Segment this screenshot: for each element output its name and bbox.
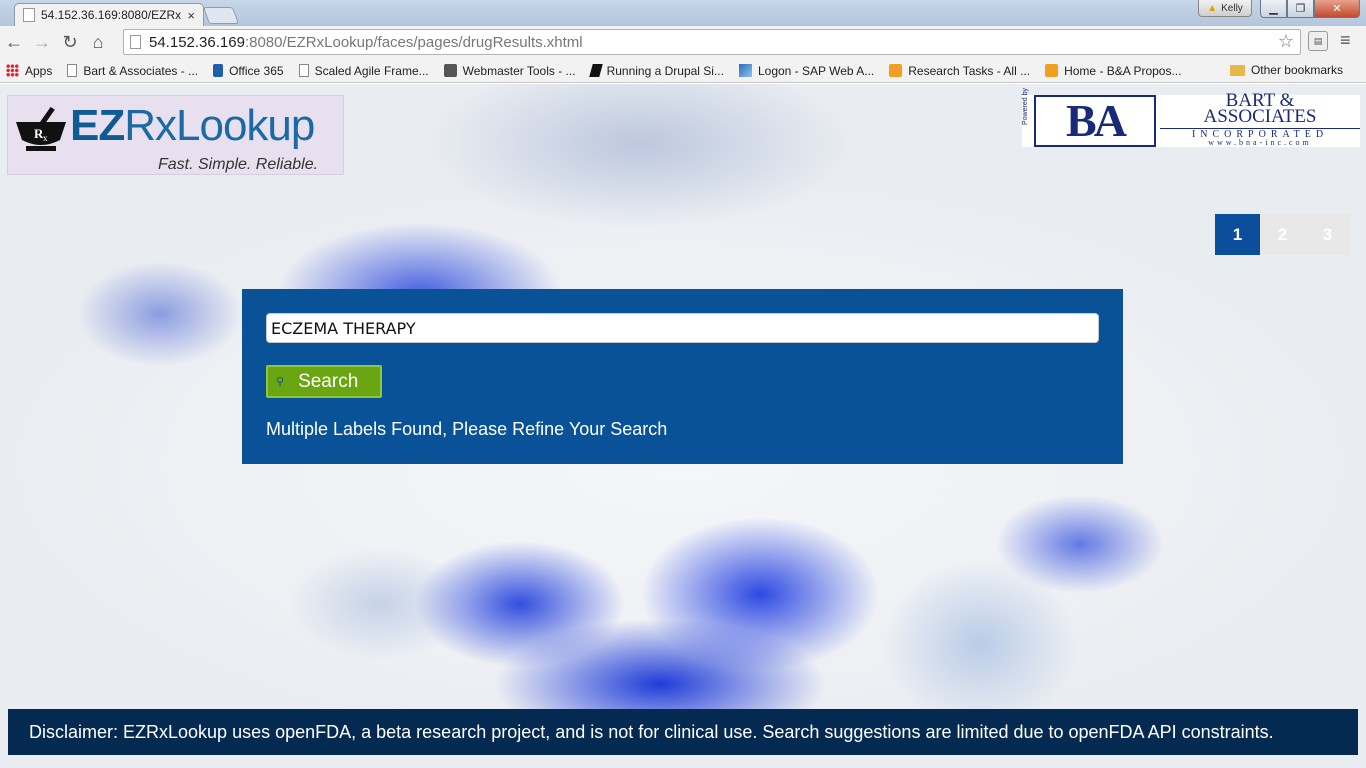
logo-wordmark: EZRxLookup [70,101,315,150]
drupal-icon [588,64,603,77]
tab-close-icon[interactable]: × [187,8,195,23]
search-input[interactable] [266,313,1099,343]
bookmark-label: Running a Drupal Si... [606,63,724,78]
page-favicon-icon [23,8,35,22]
bookmark-apps[interactable]: Apps [6,64,52,78]
bart-associates-logo[interactable]: Powered by BA BART & ASSOCIATES INCORPOR… [1022,88,1360,147]
page-2-button[interactable]: 2 [1260,214,1305,255]
search-status-message: Multiple Labels Found, Please Refine You… [266,419,668,439]
bookmarks-bar: Apps Bart & Associates - ... Office 365 … [0,59,1366,83]
bookmark-label: Bart & Associates - ... [83,63,199,78]
browser-tab[interactable]: 54.152.36.169:8080/EZRxL × [14,3,204,26]
menu-icon[interactable]: ≡ [1340,30,1351,51]
warning-icon: ▲ [1207,2,1218,14]
logo-rxlookup: RxLookup [124,101,315,150]
bookmark-bart-associates[interactable]: Bart & Associates - ... [67,64,198,78]
address-bar[interactable]: 54.152.36.169 :8080/EZRxLookup/faces/pag… [123,29,1301,55]
search-panel: ⚲ Search Multiple Labels Found, Please R… [242,289,1123,464]
user-badge[interactable]: ▲ Kelly [1198,0,1252,17]
window-close-button[interactable]: ✕ [1314,0,1360,18]
url-path: :8080/EZRxLookup/faces/pages/drugResults… [244,33,583,51]
webmaster-icon [443,64,457,77]
partner-web: www.bna-inc.com [1208,138,1312,147]
bookmark-webmaster-tools[interactable]: Webmaster Tools - ... [443,63,576,78]
bookmark-label: Office 365 [229,63,284,78]
reload-icon[interactable]: ↻ [56,29,84,57]
other-bookmarks[interactable]: Other bookmarks [1229,63,1343,77]
search-button[interactable]: ⚲ Search [266,365,382,398]
bookmark-label: Home - B&A Propos... [1064,63,1182,78]
minimize-button[interactable]: ▁ [1260,0,1287,18]
tab-title: 54.152.36.169:8080/EZRxL [41,8,182,22]
ezrxlookup-logo[interactable]: R x EZRxLookup Fast. Simple. Reliable. [7,95,344,175]
bookmark-office-365[interactable]: Office 365 [213,63,284,78]
tasks-icon [1045,64,1059,77]
partner-name-line2: ASSOCIATES [1203,106,1317,127]
office-icon [213,64,224,77]
powered-by-label: Powered by [1022,88,1029,125]
bookmark-star-icon[interactable]: ☆ [1278,31,1294,52]
browser-titlebar: 54.152.36.169:8080/EZRxL × ▲ Kelly ▁ ❐ ✕ [0,0,1366,26]
page-icon [67,64,78,77]
sap-icon [738,64,752,77]
apps-grid-icon [6,64,19,77]
mortar-pestle-icon: R x [16,106,66,151]
disclaimer-footer: Disclaimer: EZRxLookup uses openFDA, a b… [8,709,1358,755]
url-host: 54.152.36.169 [149,33,245,51]
svg-text:x: x [43,133,48,143]
restore-button[interactable]: ❐ [1287,0,1314,18]
window-controls: ▁ ❐ ✕ [1260,0,1360,18]
logo-tagline: Fast. Simple. Reliable. [158,156,319,173]
bookmark-home-ba[interactable]: Home - B&A Propos... [1045,64,1181,78]
home-icon[interactable]: ⌂ [84,29,112,57]
pagination: 1 2 3 [1215,214,1350,255]
back-arrow-icon[interactable]: ← [0,29,28,57]
new-tab-button[interactable] [202,7,240,24]
page-icon [130,35,141,49]
user-name: Kelly [1221,2,1243,14]
logo-ez: EZ [70,101,125,150]
search-button-label: Search [298,370,359,392]
forward-arrow-icon[interactable]: → [28,29,56,57]
bookmark-label: Apps [25,63,53,78]
ba-monogram: BA [1034,95,1156,147]
bookmark-scaled-agile[interactable]: Scaled Agile Frame... [298,63,429,78]
bookmark-label: Other bookmarks [1250,63,1343,77]
bookmark-drupal[interactable]: Running a Drupal Si... [588,63,724,78]
page-1-button[interactable]: 1 [1215,214,1260,255]
page-content: R x EZRxLookup Fast. Simple. Reliable. P… [0,84,1366,768]
extension-icon[interactable]: ▤ [1308,31,1328,51]
page-3-button[interactable]: 3 [1305,214,1350,255]
tasks-icon [889,64,903,77]
bookmark-label: Research Tasks - All ... [908,63,1031,78]
partner-name: BART & ASSOCIATES [1160,91,1360,127]
bookmark-sap-logon[interactable]: Logon - SAP Web A... [738,63,875,78]
browser-toolbar: ← → ↻ ⌂ 54.152.36.169 :8080/EZRxLookup/f… [0,26,1366,59]
bookmark-label: Webmaster Tools - ... [462,63,576,78]
folder-icon [1229,64,1245,76]
bookmark-label: Scaled Agile Frame... [314,63,429,78]
bookmark-label: Logon - SAP Web A... [757,63,875,78]
page-icon [298,64,309,77]
search-icon: ⚲ [276,376,285,388]
bookmark-research-tasks[interactable]: Research Tasks - All ... [889,64,1030,78]
